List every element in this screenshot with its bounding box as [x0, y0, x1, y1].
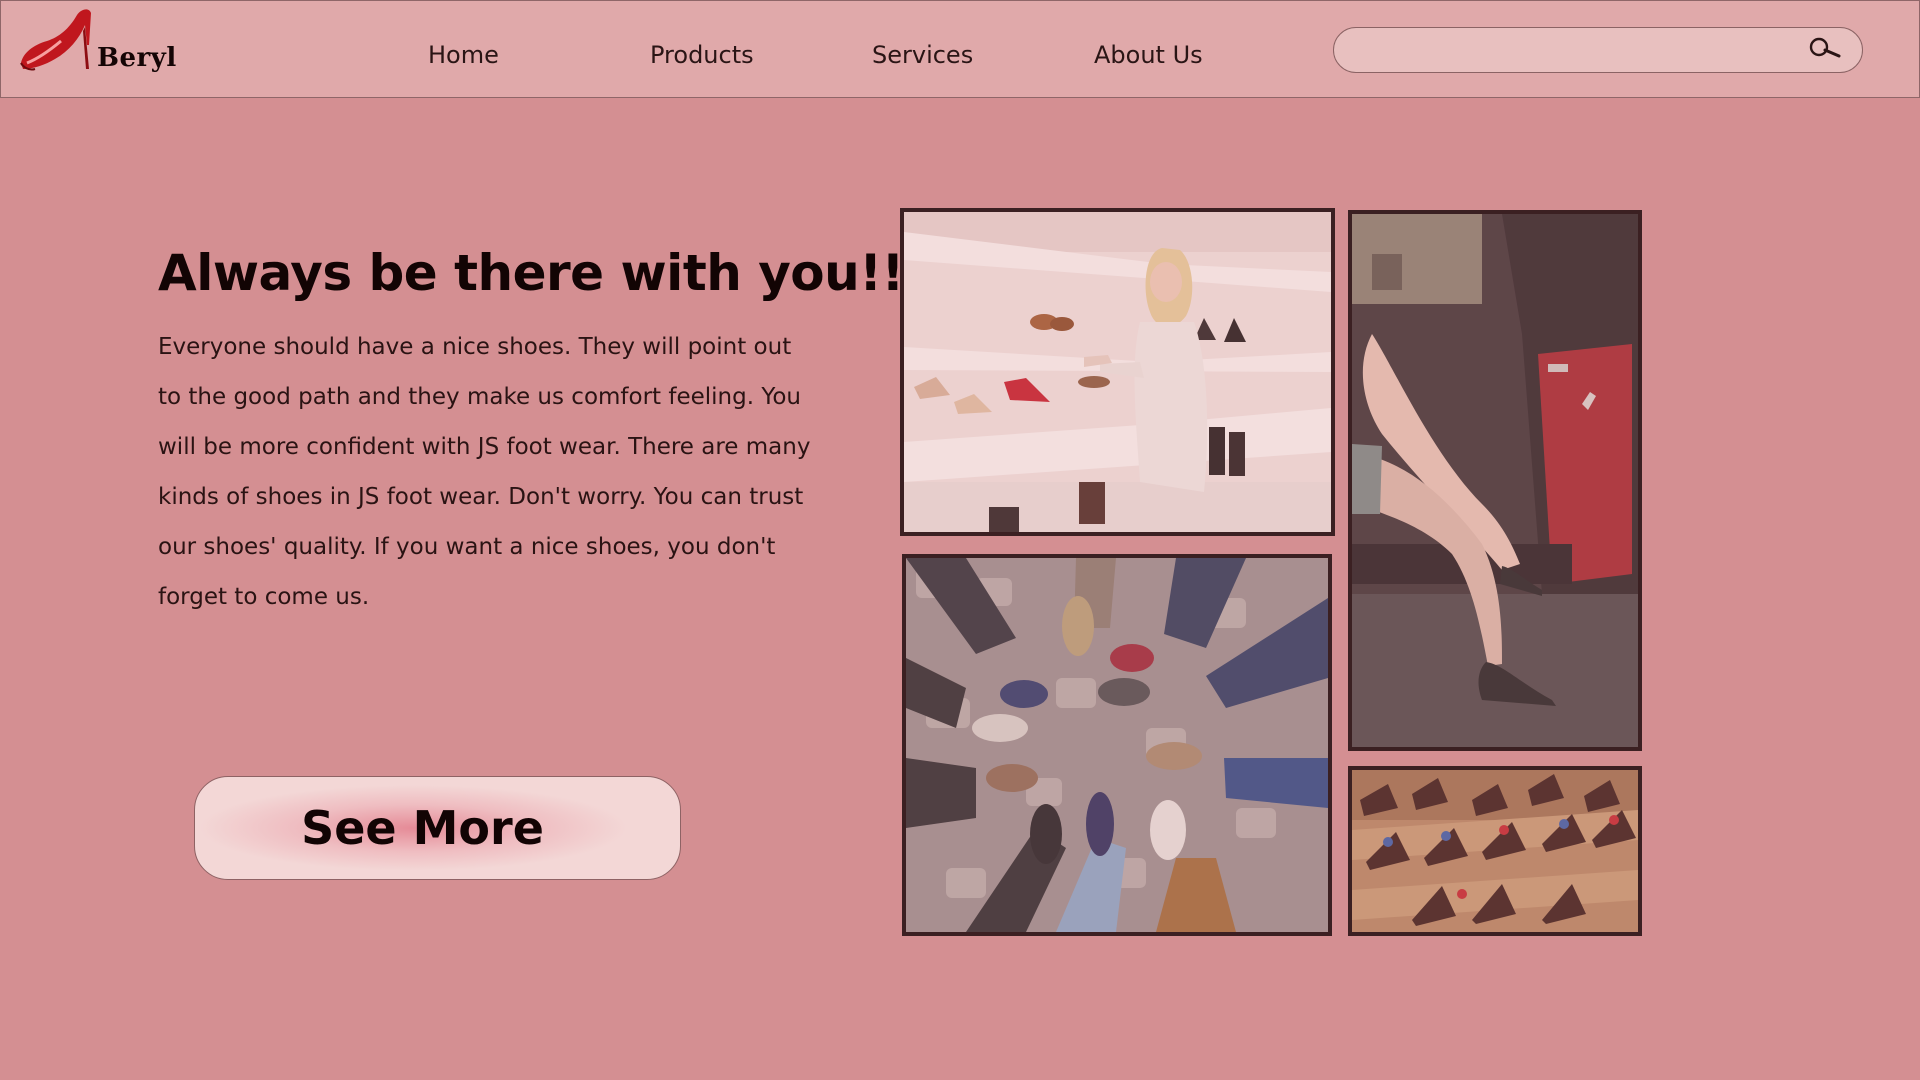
nav-about-us[interactable]: About Us [1094, 41, 1203, 69]
red-high-heel-icon [20, 9, 91, 71]
nav-services[interactable]: Services [872, 41, 973, 69]
leather-shoes-display-photo [1348, 766, 1642, 936]
nav-products[interactable]: Products [650, 41, 754, 69]
brand-name: Beryl [97, 43, 177, 73]
search-icon[interactable] [1808, 36, 1842, 64]
search-bar [1333, 27, 1863, 73]
top-nav-bar: Beryl Home Products Services About Us [0, 0, 1920, 98]
circle-of-sneakers-photo [902, 554, 1332, 936]
nav-home[interactable]: Home [428, 41, 499, 69]
brand-logo[interactable]: Beryl [19, 5, 176, 75]
search-input[interactable] [1352, 36, 1792, 64]
see-more-button[interactable]: See More [194, 776, 681, 880]
hero-title: Always be there with you!!! [158, 244, 927, 302]
legs-high-heels-car-photo [1348, 210, 1642, 751]
woman-shopping-shoes-photo [900, 208, 1335, 536]
hero-description: Everyone should have a nice shoes. They … [158, 334, 811, 610]
